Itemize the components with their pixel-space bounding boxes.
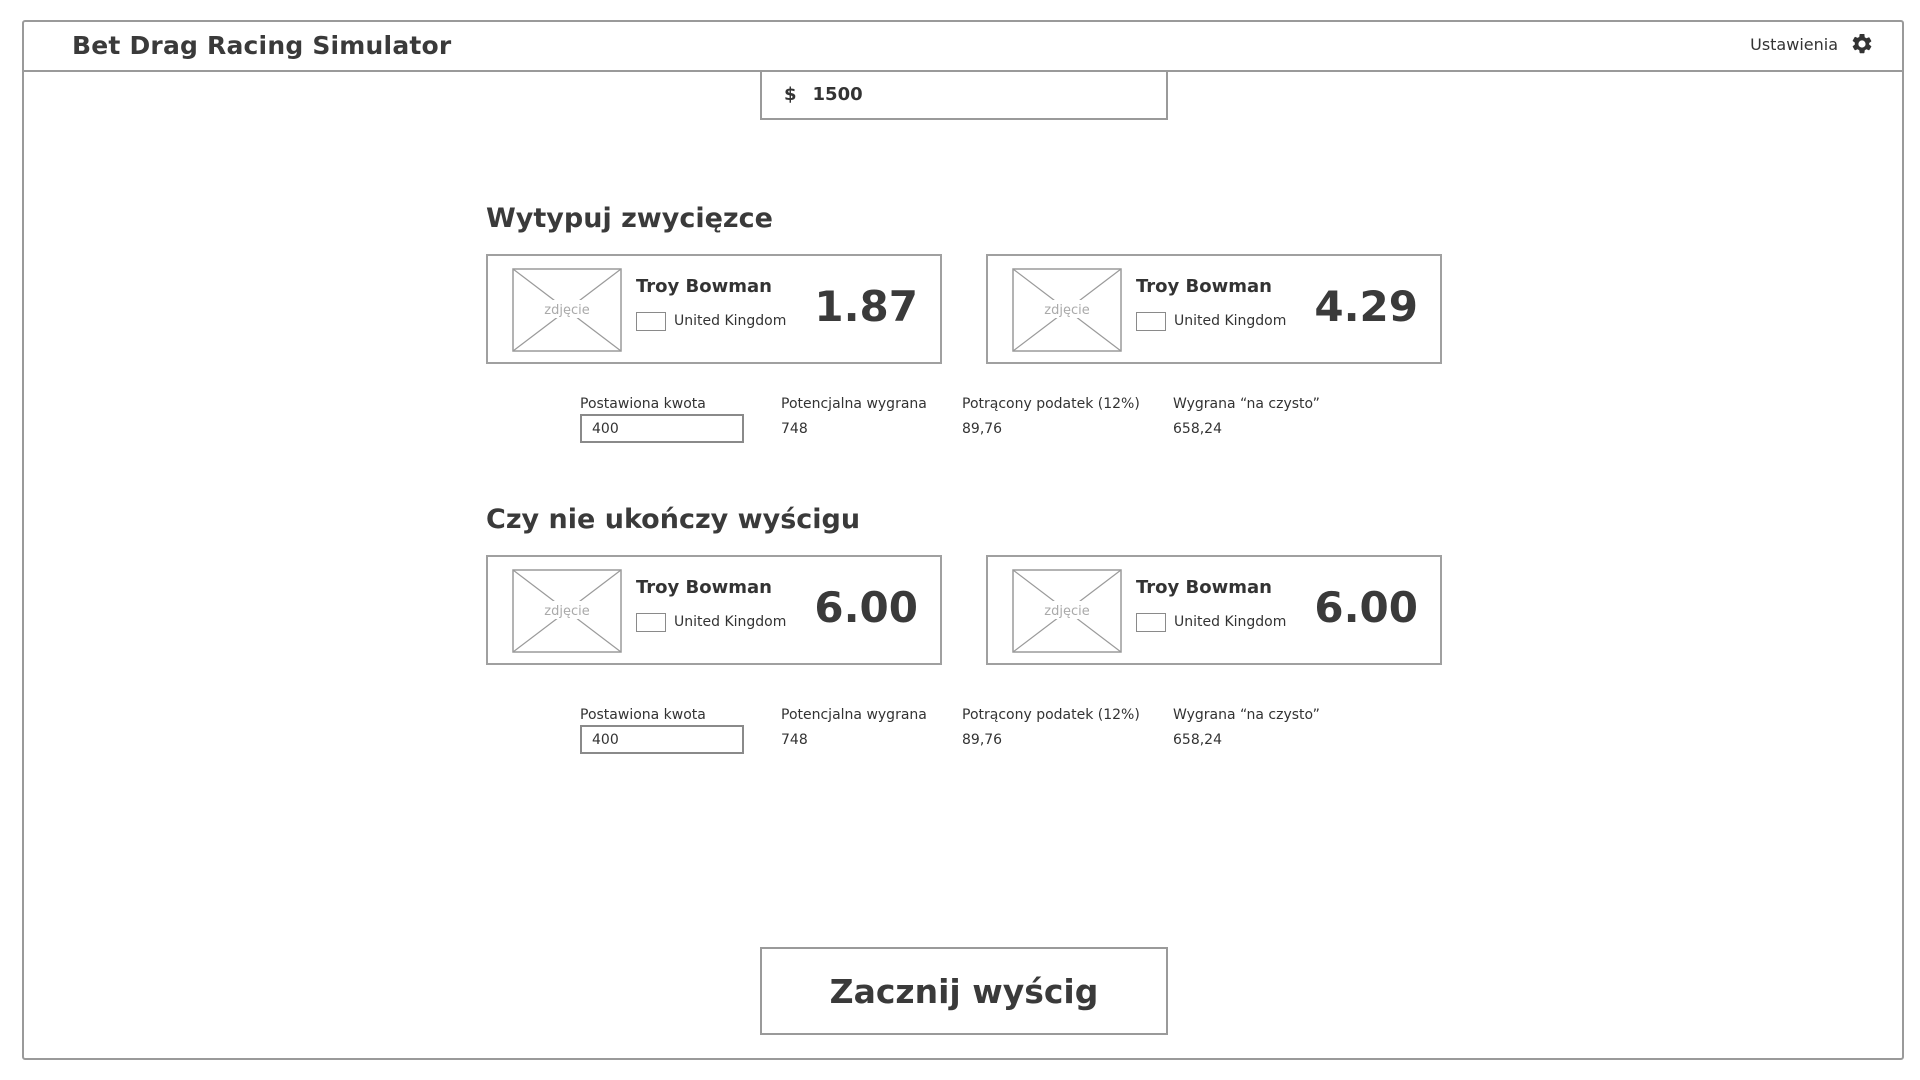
start-race-button[interactable]: Zacznij wyścig	[760, 947, 1168, 1035]
tax-label: Potrącony podatek (12%)	[962, 707, 1140, 723]
dnf-bet-summary: Postawiona kwota Potencjalna wygrana 748…	[580, 707, 1340, 757]
app-title: Bet Drag Racing Simulator	[72, 31, 452, 60]
photo-label: zdjęcie	[1044, 604, 1089, 619]
balance-display: $ 1500	[760, 70, 1168, 120]
odds-value: 4.29	[1314, 282, 1418, 331]
dnf-section-title: Czy nie ukończy wyścigu	[486, 504, 861, 535]
photo-label: zdjęcie	[544, 604, 589, 619]
stake-label: Postawiona kwota	[580, 707, 706, 723]
racer-name: Troy Bowman	[636, 276, 772, 297]
racer-name: Troy Bowman	[636, 577, 772, 598]
net-win-value: 658,24	[1173, 732, 1222, 748]
winner-bet-summary: Postawiona kwota Potencjalna wygrana 748…	[580, 396, 1340, 446]
net-win-value: 658,24	[1173, 421, 1222, 437]
header-bar: Bet Drag Racing Simulator Ustawienia	[22, 20, 1904, 72]
stake-label: Postawiona kwota	[580, 396, 706, 412]
image-placeholder-icon: zdjęcie	[1012, 268, 1122, 352]
flag-placeholder-icon	[1136, 312, 1166, 331]
flag-placeholder-icon	[1136, 613, 1166, 632]
photo-label: zdjęcie	[1044, 303, 1089, 318]
stake-input[interactable]	[580, 725, 744, 754]
racer-card[interactable]: zdjęcie Troy Bowman United Kingdom 1.87	[486, 254, 942, 364]
odds-value: 6.00	[1314, 583, 1418, 632]
flag-placeholder-icon	[636, 312, 666, 331]
potential-win-label: Potencjalna wygrana	[781, 396, 927, 412]
racer-card[interactable]: zdjęcie Troy Bowman United Kingdom 6.00	[486, 555, 942, 665]
racer-card[interactable]: zdjęcie Troy Bowman United Kingdom 4.29	[986, 254, 1442, 364]
image-placeholder-icon: zdjęcie	[512, 569, 622, 653]
racer-country: United Kingdom	[674, 614, 787, 630]
settings-label: Ustawienia	[1750, 34, 1838, 54]
image-placeholder-icon: zdjęcie	[1012, 569, 1122, 653]
net-win-label: Wygrana “na czysto”	[1173, 707, 1320, 723]
image-placeholder-icon: zdjęcie	[512, 268, 622, 352]
currency-symbol: $	[784, 83, 797, 105]
odds-value: 6.00	[814, 583, 918, 632]
tax-value: 89,76	[962, 421, 1003, 437]
gear-icon	[1852, 33, 1872, 54]
flag-placeholder-icon	[636, 613, 666, 632]
settings-button[interactable]: Ustawienia	[1750, 32, 1874, 56]
potential-win-label: Potencjalna wygrana	[781, 707, 927, 723]
photo-label: zdjęcie	[544, 303, 589, 318]
potential-win-value: 748	[781, 732, 808, 748]
winner-section-title: Wytypuj zwycięzce	[486, 203, 773, 234]
racer-country: United Kingdom	[1174, 614, 1287, 630]
app-window	[22, 20, 1904, 1060]
tax-label: Potrącony podatek (12%)	[962, 396, 1140, 412]
odds-value: 1.87	[814, 282, 918, 331]
tax-value: 89,76	[962, 732, 1003, 748]
net-win-label: Wygrana “na czysto”	[1173, 396, 1320, 412]
racer-country: United Kingdom	[1174, 313, 1287, 329]
potential-win-value: 748	[781, 421, 808, 437]
racer-name: Troy Bowman	[1136, 276, 1272, 297]
racer-name: Troy Bowman	[1136, 577, 1272, 598]
stake-input[interactable]	[580, 414, 744, 443]
racer-country: United Kingdom	[674, 313, 787, 329]
balance-amount: 1500	[812, 83, 863, 105]
racer-card[interactable]: zdjęcie Troy Bowman United Kingdom 6.00	[986, 555, 1442, 665]
